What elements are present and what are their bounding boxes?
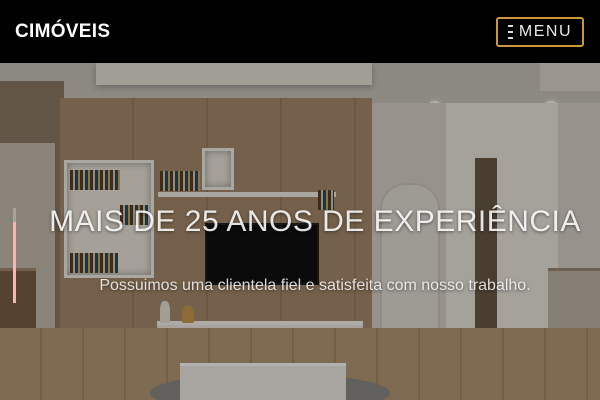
navbar: CIMÓVEIS MENU (0, 0, 600, 63)
hero-title: MAIS DE 25 ANOS DE EXPERIÊNCIA (49, 205, 581, 238)
menu-button-label: MENU (518, 22, 572, 40)
hero-subtitle: Possuimos uma clientela fiel e satisfeit… (99, 277, 531, 294)
brand-logo[interactable]: CIMÓVEIS (15, 21, 110, 43)
hero-section: MAIS DE 25 ANOS DE EXPERIÊNCIA Possuimos… (0, 63, 600, 400)
hamburger-icon (508, 24, 513, 39)
menu-toggle-button[interactable]: MENU (496, 16, 584, 47)
